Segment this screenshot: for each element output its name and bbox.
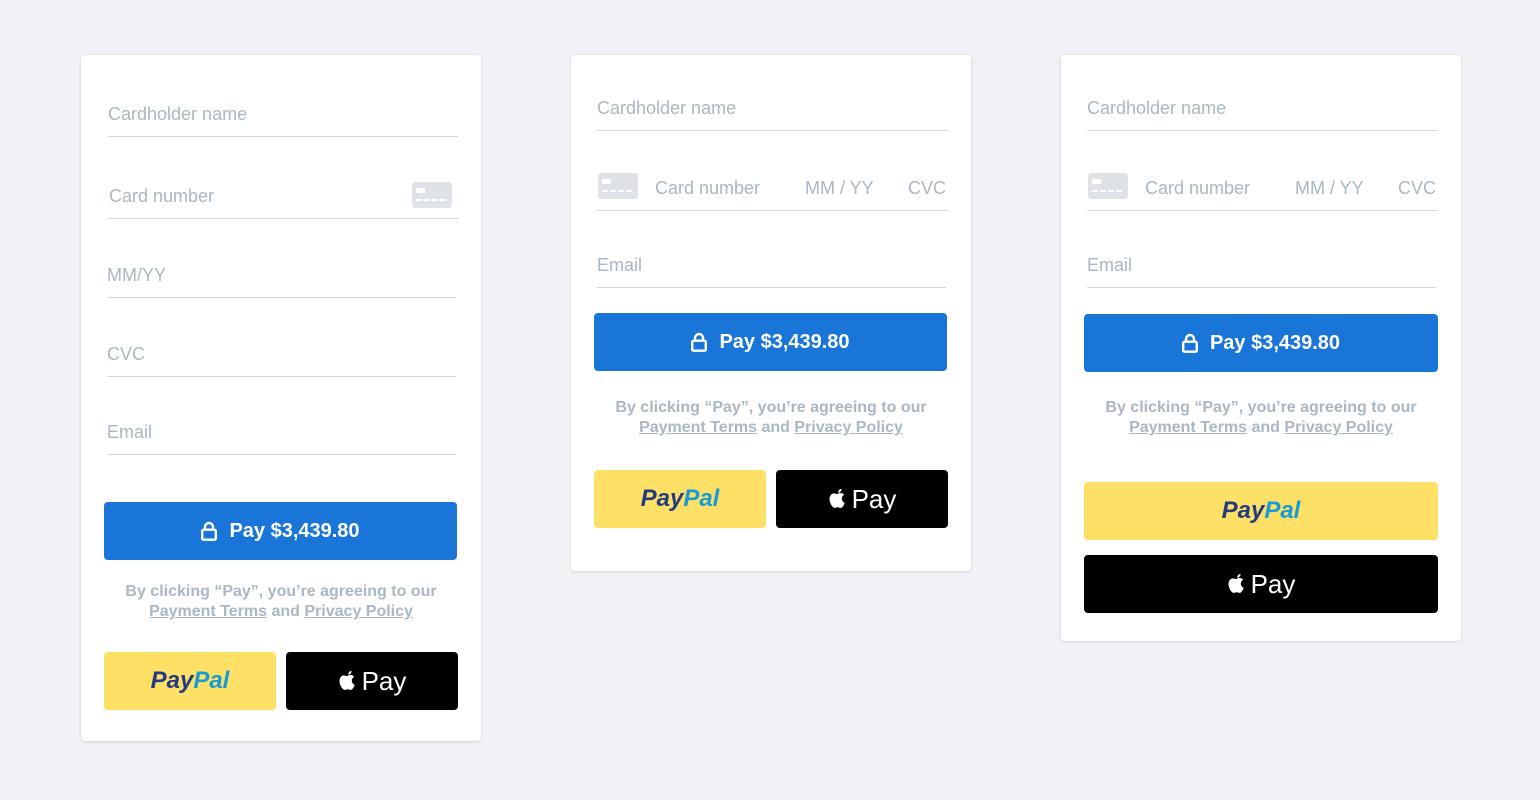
- checkout-card-stacked: Cardholder name Card number MM/YY CVC Em…: [81, 55, 481, 741]
- payment-terms-link[interactable]: Payment Terms: [639, 419, 757, 436]
- privacy-policy-link[interactable]: Privacy Policy: [304, 603, 413, 620]
- card-details-field[interactable]: Card number MM / YY CVC: [1087, 167, 1438, 211]
- paypal-logo-pay: Pay: [1221, 497, 1265, 524]
- cardholder-name-placeholder: Cardholder name: [597, 98, 737, 118]
- email-placeholder: Email: [1087, 255, 1133, 275]
- privacy-policy-link[interactable]: Privacy Policy: [794, 419, 903, 436]
- lock-icon: [1181, 333, 1198, 353]
- paypal-button[interactable]: Pay Pal: [104, 652, 276, 710]
- paypal-logo-pal: Pal: [683, 485, 720, 512]
- card-number-placeholder: Card number: [1145, 178, 1251, 198]
- terms-and: and: [1251, 419, 1280, 436]
- cvc-placeholder: CVC: [107, 344, 146, 364]
- paypal-logo-pal: Pal: [193, 667, 230, 694]
- lock-icon: [691, 332, 708, 352]
- credit-card-icon: [412, 182, 452, 208]
- email-placeholder: Email: [597, 255, 643, 275]
- credit-card-icon: [598, 173, 638, 199]
- cvc-placeholder: CVC: [907, 178, 946, 198]
- pay-button-label: Pay $3,439.80: [1209, 331, 1341, 354]
- email-placeholder: Email: [107, 422, 153, 442]
- expiry-field[interactable]: MM/YY: [107, 255, 456, 298]
- apple-logo-icon: [338, 669, 358, 693]
- terms-and: and: [761, 419, 790, 436]
- pay-button[interactable]: Pay $3,439.80: [104, 502, 457, 560]
- terms-prefix: By clicking “Pay”, you’re agreeing to ou…: [125, 583, 437, 600]
- apple-pay-button[interactable]: Pay: [1084, 555, 1438, 613]
- terms-prefix: By clicking “Pay”, you’re agreeing to ou…: [1105, 399, 1417, 416]
- terms-and: and: [271, 603, 300, 620]
- card-number-field[interactable]: Card number: [108, 177, 458, 219]
- expiry-placeholder: MM/YY: [107, 265, 167, 285]
- paypal-button[interactable]: Pay Pal: [594, 470, 766, 528]
- card-details-field[interactable]: Card number MM / YY CVC: [597, 167, 948, 211]
- apple-logo-icon: [1227, 572, 1247, 596]
- cardholder-name-field[interactable]: Cardholder name: [597, 89, 948, 131]
- cardholder-name-field[interactable]: Cardholder name: [108, 95, 458, 137]
- card-number-placeholder: Card number: [655, 178, 761, 198]
- card-number-placeholder: Card number: [109, 186, 215, 206]
- cardholder-name-field[interactable]: Cardholder name: [1087, 89, 1438, 131]
- pay-button-label: Pay $3,439.80: [229, 519, 360, 542]
- terms-text: By clicking “Pay”, you’re agreeing to ou…: [1061, 398, 1461, 438]
- paypal-logo-pay: Pay: [150, 667, 194, 694]
- pay-button[interactable]: Pay $3,439.80: [1084, 314, 1438, 372]
- apple-pay-button[interactable]: Pay: [286, 652, 458, 710]
- terms-prefix: By clicking “Pay”, you’re agreeing to ou…: [615, 399, 927, 416]
- terms-text: By clicking “Pay”, you’re agreeing to ou…: [571, 398, 971, 438]
- payment-terms-link[interactable]: Payment Terms: [1129, 419, 1247, 436]
- pay-button[interactable]: Pay $3,439.80: [594, 313, 947, 371]
- pay-button-label: Pay $3,439.80: [719, 330, 850, 353]
- expiry-placeholder: MM / YY: [805, 178, 874, 198]
- apple-pay-label: Pay: [361, 665, 407, 696]
- lock-icon: [201, 521, 218, 541]
- apple-logo-icon: [828, 487, 848, 511]
- paypal-logo-pay: Pay: [640, 485, 684, 512]
- credit-card-icon: [1088, 173, 1128, 199]
- privacy-policy-link[interactable]: Privacy Policy: [1284, 419, 1393, 436]
- email-field[interactable]: Email: [597, 245, 946, 288]
- paypal-logo-pal: Pal: [1264, 497, 1301, 524]
- apple-pay-label: Pay: [851, 483, 897, 514]
- checkout-card-full-width-wallets: Cardholder name Card number MM / YY CVC …: [1061, 55, 1461, 641]
- payment-terms-link[interactable]: Payment Terms: [149, 603, 267, 620]
- checkout-card-compact: Cardholder name Card number MM / YY CVC …: [571, 55, 971, 571]
- terms-text: By clicking “Pay”, you’re agreeing to ou…: [81, 582, 481, 622]
- expiry-placeholder: MM / YY: [1295, 178, 1364, 198]
- apple-pay-button[interactable]: Pay: [776, 470, 948, 528]
- apple-pay-label: Pay: [1250, 568, 1296, 599]
- cardholder-name-placeholder: Cardholder name: [108, 104, 248, 124]
- email-field[interactable]: Email: [1087, 245, 1436, 288]
- paypal-button[interactable]: Pay Pal: [1084, 482, 1438, 540]
- cvc-field[interactable]: CVC: [107, 334, 456, 377]
- cvc-placeholder: CVC: [1397, 178, 1436, 198]
- cardholder-name-placeholder: Cardholder name: [1087, 98, 1227, 118]
- email-field[interactable]: Email: [107, 412, 456, 455]
